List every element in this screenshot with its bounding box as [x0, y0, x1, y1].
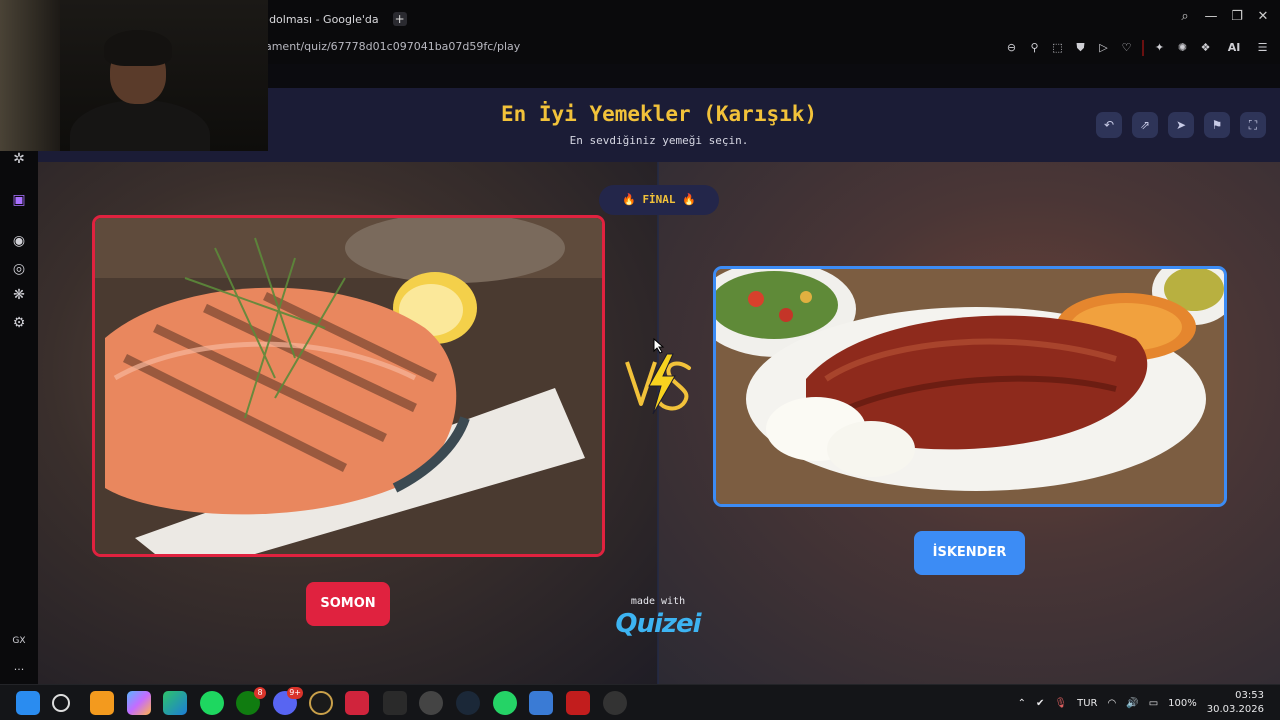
tab-title: ır dolması - Google'da — [258, 12, 379, 26]
steam-icon[interactable] — [456, 691, 480, 715]
voicemeeter-icon[interactable] — [566, 691, 590, 715]
play-icon[interactable]: ▷ — [1096, 39, 1111, 57]
gx-corner-icon[interactable]: ✲ — [10, 150, 28, 168]
close-icon[interactable]: ✕ — [1256, 8, 1270, 26]
settings-app-icon[interactable] — [603, 691, 627, 715]
spotify-icon[interactable] — [200, 691, 224, 715]
system-tray: ⌃ ✔ 🎙 TUR ◠ 🔊 ▭ 100% 03:53 30.03.2026 — [1018, 685, 1280, 720]
more-icon[interactable]: ... — [10, 658, 28, 676]
screen: ır dolması - Google'da + ⌕ — ❐ ✕ nament/… — [0, 0, 1280, 720]
language-indicator[interactable]: TUR — [1077, 698, 1097, 709]
salmon-photo — [95, 218, 602, 554]
final-round-badge: 🔥 FİNAL 🔥 — [599, 185, 719, 215]
discord-icon[interactable]: 9+ — [273, 687, 303, 715]
toolbar-separator — [1142, 40, 1144, 56]
brave-icon[interactable] — [90, 691, 114, 715]
iskender-photo — [716, 269, 1224, 504]
xbox-badge: 8 — [254, 687, 266, 699]
battery-percent: 100% — [1168, 697, 1197, 709]
zoom-icon[interactable]: ⊖ — [1004, 39, 1019, 57]
edge-icon[interactable] — [163, 691, 187, 715]
webcam-background — [0, 0, 60, 151]
versus-icon — [625, 353, 691, 415]
mouse-cursor-icon — [653, 338, 665, 354]
ai-label: AI — [1227, 41, 1241, 54]
microphone-icon[interactable]: 🎙 — [1054, 698, 1067, 709]
url-field[interactable]: nament/quiz/67778d01c097041ba07d59fc/pla… — [258, 40, 520, 53]
ai-button[interactable]: AI — [1221, 39, 1247, 57]
clock-date: 30.03.2026 — [1206, 704, 1264, 715]
xbox-icon[interactable]: 8 — [236, 687, 266, 715]
window-controls: ⌕ — ❐ ✕ — [1178, 8, 1270, 26]
extension-icon[interactable]: ✺ — [1175, 39, 1190, 57]
tray-chevron-icon[interactable]: ⌃ — [1018, 698, 1026, 709]
maximize-icon[interactable]: ❐ — [1230, 8, 1244, 26]
browser-toolbar: ⊖ ⚲ ⬚ ⛊ ▷ ♡ ✦ ✺ ❖ AI ☰ — [1004, 39, 1270, 57]
menu-icon[interactable]: ☰ — [1255, 39, 1270, 57]
left-choice-image[interactable] — [92, 215, 605, 557]
whatsapp-icon[interactable] — [493, 691, 517, 715]
copilot-icon[interactable] — [127, 691, 151, 715]
somon-choice-button[interactable]: SOMON — [306, 582, 390, 626]
windows-start-icon[interactable] — [16, 691, 40, 715]
extension-icon[interactable]: ✦ — [1152, 39, 1167, 57]
fire-icon: 🔥 — [622, 193, 636, 206]
discord-badge: 9+ — [287, 687, 303, 699]
browser-tab[interactable]: ır dolması - Google'da + — [258, 8, 407, 30]
minimize-icon[interactable]: — — [1204, 8, 1218, 26]
fullscreen-button[interactable]: ⛶ — [1240, 112, 1266, 138]
clock[interactable]: 03:53 30.03.2026 — [1207, 689, 1264, 717]
round-label: FİNAL — [642, 193, 676, 206]
webcam-person-body — [70, 100, 210, 151]
pin-icon[interactable]: ⚲ — [1027, 39, 1042, 57]
app-icon[interactable] — [529, 691, 553, 715]
media-player-icon[interactable] — [419, 691, 443, 715]
send-button[interactable]: ➤ — [1168, 112, 1194, 138]
search-icon[interactable] — [52, 694, 70, 712]
made-with-label: made with — [630, 596, 686, 607]
wifi-icon[interactable]: ◠ — [1108, 698, 1117, 709]
settings-icon[interactable]: ⚙ — [10, 314, 28, 332]
report-flag-button[interactable]: ⚑ — [1204, 112, 1230, 138]
speed-dial-icon[interactable]: ◎ — [10, 260, 28, 278]
epic-games-icon[interactable] — [383, 691, 407, 715]
twitch-icon[interactable]: ▣ — [10, 191, 28, 209]
quiz-page: En İyi Yemekler (Karışık) En sevdiğiniz … — [38, 88, 1280, 684]
fire-icon: 🔥 — [682, 193, 696, 206]
share-button[interactable]: ⇗ — [1132, 112, 1158, 138]
quizei-logo[interactable]: Quizei — [608, 609, 708, 639]
gx-label: GX — [12, 636, 26, 646]
ubisoft-icon[interactable] — [345, 691, 369, 715]
extension-icon[interactable]: ❖ — [1198, 39, 1213, 57]
screenshot-icon[interactable]: ⬚ — [1050, 39, 1065, 57]
shield-icon[interactable]: ⛊ — [1073, 39, 1088, 57]
spotify-icon[interactable]: ◉ — [10, 232, 28, 250]
heart-icon[interactable]: ♡ — [1119, 39, 1134, 57]
webcam-person-hair — [104, 30, 172, 66]
search-tabs-icon[interactable]: ⌕ — [1178, 8, 1192, 26]
header-actions: ↶ ⇗ ➤ ⚑ ⛶ — [1096, 112, 1266, 138]
extensions-icon[interactable]: ❋ — [10, 286, 28, 304]
undo-button[interactable]: ↶ — [1096, 112, 1122, 138]
right-choice-image[interactable] — [713, 266, 1227, 507]
clock-time: 03:53 — [1235, 690, 1264, 701]
windows-taskbar: 8 9+ ⌃ ✔ 🎙 TUR ◠ 🔊 ▭ 100% 03:53 30.03.20… — [0, 684, 1280, 720]
iskender-choice-button[interactable]: İSKENDER — [914, 531, 1025, 575]
battery-icon[interactable]: ▭ — [1149, 698, 1158, 709]
volume-icon[interactable]: 🔊 — [1126, 698, 1138, 709]
new-tab-button[interactable]: + — [392, 12, 407, 26]
tray-app-icon[interactable]: ✔ — [1036, 698, 1044, 709]
opera-gx-icon[interactable] — [309, 691, 333, 715]
webcam-overlay — [0, 0, 268, 151]
browser-sidebar: ✲ ▣ ◉ ◎ ❋ ⚙ GX ... — [0, 64, 38, 684]
